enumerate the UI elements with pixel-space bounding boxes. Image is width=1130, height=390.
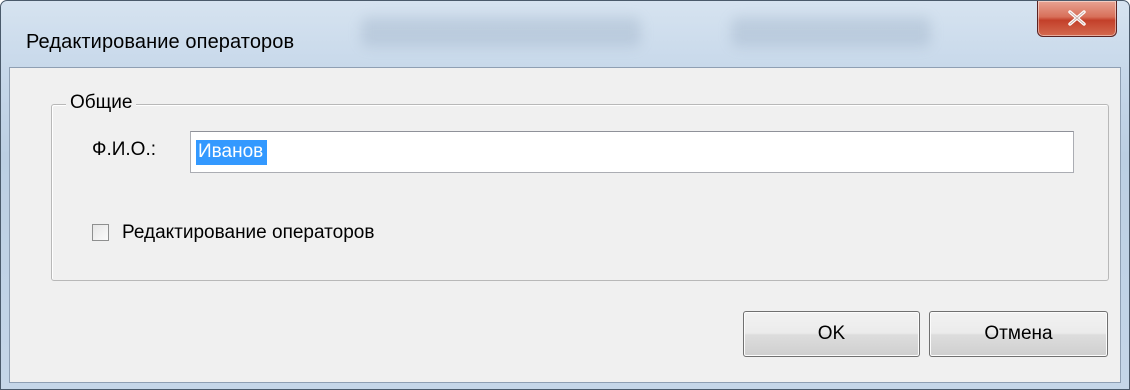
dialog-window: Редактирование операторов Общие Ф.И.О.: …	[0, 0, 1130, 390]
dialog-body: Общие Ф.И.О.: Иванов Редактирование опер…	[9, 67, 1121, 383]
groupbox-legend: Общие	[66, 92, 137, 114]
fio-input-value: Иванов	[196, 140, 268, 165]
general-groupbox: Общие Ф.И.О.: Иванов Редактирование опер…	[51, 92, 1109, 281]
edit-operators-checkbox[interactable]	[92, 224, 109, 241]
fio-label: Ф.И.О.:	[92, 139, 156, 160]
cancel-button[interactable]: Отмена	[929, 311, 1108, 357]
title-bar-glass	[731, 17, 931, 47]
edit-operators-checkbox-label[interactable]: Редактирование операторов	[122, 222, 374, 244]
close-icon	[1068, 10, 1086, 26]
title-bar-glass	[361, 17, 641, 47]
close-button[interactable]	[1037, 1, 1117, 37]
window-title: Редактирование операторов	[26, 31, 295, 53]
fio-input[interactable]: Иванов	[190, 131, 1074, 173]
ok-button[interactable]: OK	[743, 311, 920, 357]
title-bar[interactable]: Редактирование операторов	[1, 1, 1129, 67]
